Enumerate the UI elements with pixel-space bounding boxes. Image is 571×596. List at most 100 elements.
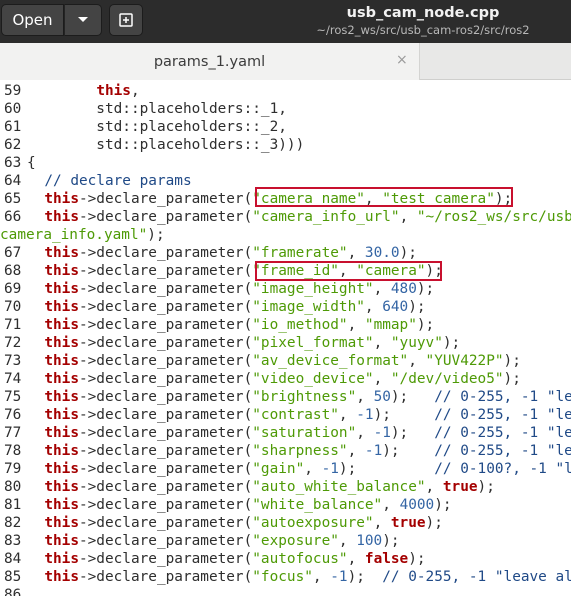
keyword-token: this <box>96 83 131 99</box>
code-token: , <box>130 83 140 99</box>
code-token: , <box>347 317 365 333</box>
line-number: 82 <box>4 515 22 531</box>
keyword-token: this <box>44 533 79 549</box>
line-number: 64 <box>4 173 22 189</box>
line-number: 83 <box>4 533 22 549</box>
string-token: "saturation" <box>252 425 357 441</box>
line-number: 74 <box>4 371 22 387</box>
code-token: ->declare_parameter( <box>78 479 253 495</box>
code-line: std::placeholders::_1, <box>27 100 287 118</box>
code-token: , <box>382 497 400 513</box>
string-token: "autofocus" <box>252 551 348 567</box>
line-number: 60 <box>4 101 22 117</box>
line-number: 69 <box>4 281 22 297</box>
window-title-block: usb_cam_node.cpp ~/ros2_ws/src/usb_cam-r… <box>300 3 546 37</box>
code-token: , <box>356 425 374 441</box>
keyword-token: this <box>44 371 79 387</box>
open-menu-button[interactable] <box>64 4 102 36</box>
code-token: ->declare_parameter( <box>78 299 253 315</box>
code-line: std::placeholders::_3))) <box>27 136 304 154</box>
string-token: "camera" <box>356 263 426 279</box>
code-token: , <box>347 443 365 459</box>
keyword-token: this <box>44 335 79 351</box>
code-line: this->declare_parameter("image_height", … <box>27 280 434 298</box>
string-token: "yuyv" <box>390 335 443 351</box>
code-token: std::placeholders::_1, <box>27 101 287 117</box>
keyword-token: true <box>442 479 478 495</box>
code-line: this->declare_parameter("gain", -1); // … <box>27 460 571 478</box>
line-number: 81 <box>4 497 22 513</box>
code-line: std::placeholders::_2, <box>27 118 287 136</box>
code-token: ); <box>347 569 383 585</box>
code-token: ->declare_parameter( <box>78 281 253 297</box>
close-icon[interactable]: × <box>396 52 408 68</box>
string-token: "mmap" <box>364 317 417 333</box>
code-token: ->declare_parameter( <box>78 209 253 225</box>
line-number: 75 <box>4 389 22 405</box>
keyword-token: false <box>364 551 409 567</box>
line-number: 76 <box>4 407 22 423</box>
code-line: this->declare_parameter("pixel_format", … <box>27 334 460 352</box>
code-token: ->declare_parameter( <box>78 407 253 423</box>
string-token: "test_camera" <box>382 191 495 207</box>
number-token: 30.0 <box>364 245 400 261</box>
keyword-token: this <box>44 353 79 369</box>
code-token: ->declare_parameter( <box>78 353 253 369</box>
code-line: this->declare_parameter("frame_id", "cam… <box>27 262 443 280</box>
code-token: , <box>338 407 357 423</box>
code-token: ); <box>425 263 443 279</box>
open-button-label: Open <box>12 11 53 29</box>
code-token: ); <box>434 497 452 513</box>
code-token: ->declare_parameter( <box>78 461 253 477</box>
code-token: ); <box>408 299 426 315</box>
keyword-token: this <box>44 245 79 261</box>
code-line: this->declare_parameter("video_device", … <box>27 370 521 388</box>
code-token: ); <box>408 551 426 567</box>
code-token: ); <box>399 245 417 261</box>
string-token: "brightness" <box>252 389 357 405</box>
string-token: "/dev/video5" <box>390 371 504 387</box>
string-token: "white_balance" <box>252 497 383 513</box>
code-token: , <box>364 299 383 315</box>
number-token: -1 <box>330 569 348 585</box>
code-token: ); <box>477 479 495 495</box>
code-token: , <box>347 245 365 261</box>
code-token: , <box>356 389 374 405</box>
code-token: ); <box>494 191 513 207</box>
keyword-token: this <box>44 425 79 441</box>
keyword-token: this <box>44 497 79 513</box>
code-line: this->declare_parameter("av_device_forma… <box>27 352 521 370</box>
line-number: 66 <box>4 209 22 225</box>
code-token: ->declare_parameter( <box>78 317 253 333</box>
code-token: , <box>338 263 357 279</box>
code-token: ->declare_parameter( <box>78 191 253 207</box>
new-tab-button[interactable] <box>109 4 143 36</box>
code-line: this, <box>27 82 140 100</box>
keyword-token: this <box>44 515 79 531</box>
code-line: this->declare_parameter("camera_name", "… <box>27 190 512 208</box>
open-button[interactable]: Open <box>1 4 64 36</box>
code-token: , <box>347 551 365 567</box>
tab-label: params_1.yaml <box>153 53 266 70</box>
comment-token: // 0-255, -1 "leave alone" <box>434 443 571 459</box>
code-token: ); <box>373 407 435 423</box>
code-token: ); <box>382 533 400 549</box>
line-number: 86 <box>4 587 22 596</box>
code-line: camera_info.yaml"); <box>0 226 165 244</box>
tab-params-yaml[interactable]: params_1.yaml × <box>0 43 420 80</box>
code-editor[interactable]: 59 this, 60 std::placeholders::_1, 61 std:… <box>0 81 571 596</box>
line-number: 78 <box>4 443 22 459</box>
keyword-token: this <box>44 551 79 567</box>
